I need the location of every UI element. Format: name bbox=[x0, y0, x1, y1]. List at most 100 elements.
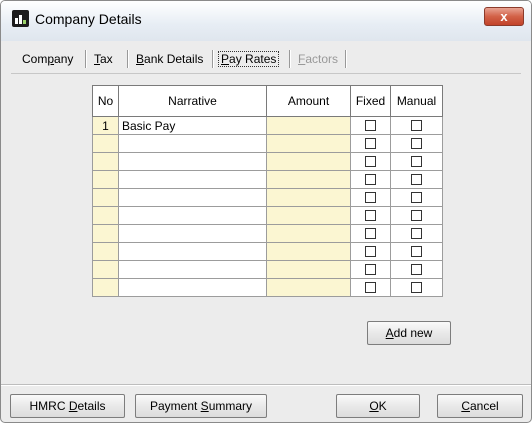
fixed-cell[interactable] bbox=[350, 116, 391, 135]
fixed-checkbox[interactable] bbox=[365, 228, 376, 239]
manual-cell[interactable] bbox=[390, 170, 443, 189]
manual-cell[interactable] bbox=[390, 278, 443, 297]
manual-cell[interactable] bbox=[390, 242, 443, 261]
tab-divider bbox=[127, 50, 128, 68]
table-row bbox=[92, 170, 443, 189]
payment-summary-button[interactable]: Payment Summary bbox=[135, 394, 267, 418]
header-narrative[interactable]: Narrative bbox=[118, 85, 267, 117]
manual-checkbox[interactable] bbox=[411, 138, 422, 149]
amount-cell[interactable] bbox=[266, 278, 351, 297]
close-button[interactable]: x bbox=[484, 7, 524, 26]
cancel-button[interactable]: Cancel bbox=[437, 394, 523, 418]
header-fixed[interactable]: Fixed bbox=[350, 85, 391, 117]
row-number-cell[interactable] bbox=[92, 188, 119, 207]
fixed-checkbox[interactable] bbox=[365, 246, 376, 257]
amount-cell[interactable] bbox=[266, 170, 351, 189]
close-icon: x bbox=[500, 9, 508, 24]
fixed-cell[interactable] bbox=[350, 134, 391, 153]
manual-checkbox[interactable] bbox=[411, 156, 422, 167]
fixed-checkbox[interactable] bbox=[365, 156, 376, 167]
manual-checkbox[interactable] bbox=[411, 264, 422, 275]
narrative-cell[interactable] bbox=[118, 260, 267, 279]
header-amount[interactable]: Amount bbox=[266, 85, 351, 117]
manual-checkbox[interactable] bbox=[411, 174, 422, 185]
grid-header-row: No Narrative Amount Fixed Manual bbox=[92, 85, 443, 117]
narrative-cell[interactable] bbox=[118, 152, 267, 171]
company-details-window: Company Details x Company Tax Bank Detai… bbox=[0, 0, 532, 423]
amount-cell[interactable] bbox=[266, 152, 351, 171]
manual-cell[interactable] bbox=[390, 152, 443, 171]
fixed-checkbox[interactable] bbox=[365, 174, 376, 185]
manual-checkbox[interactable] bbox=[411, 246, 422, 257]
manual-checkbox[interactable] bbox=[411, 282, 422, 293]
add-new-button[interactable]: Add new bbox=[367, 321, 451, 345]
row-number-cell[interactable] bbox=[92, 260, 119, 279]
manual-checkbox[interactable] bbox=[411, 120, 422, 131]
amount-cell[interactable] bbox=[266, 134, 351, 153]
manual-checkbox[interactable] bbox=[411, 210, 422, 221]
manual-checkbox[interactable] bbox=[411, 228, 422, 239]
tab-bank-details[interactable]: Bank Details bbox=[136, 52, 203, 66]
row-number-cell[interactable] bbox=[92, 242, 119, 261]
row-number-cell[interactable] bbox=[92, 134, 119, 153]
title-bar[interactable]: Company Details x bbox=[1, 1, 531, 41]
pay-rates-grid: No Narrative Amount Fixed Manual 1 Basic … bbox=[92, 85, 443, 297]
fixed-cell[interactable] bbox=[350, 278, 391, 297]
header-no[interactable]: No bbox=[92, 85, 119, 117]
narrative-cell[interactable] bbox=[118, 170, 267, 189]
row-number-cell[interactable] bbox=[92, 152, 119, 171]
fixed-cell[interactable] bbox=[350, 188, 391, 207]
tab-company[interactable]: Company bbox=[22, 52, 73, 66]
amount-cell[interactable] bbox=[266, 242, 351, 261]
narrative-cell[interactable] bbox=[118, 278, 267, 297]
fixed-cell[interactable] bbox=[350, 224, 391, 243]
narrative-cell[interactable] bbox=[118, 224, 267, 243]
amount-cell[interactable] bbox=[266, 206, 351, 225]
tab-tax[interactable]: Tax bbox=[94, 52, 113, 66]
narrative-cell[interactable] bbox=[118, 242, 267, 261]
tab-divider bbox=[289, 50, 290, 68]
manual-cell[interactable] bbox=[390, 116, 443, 135]
manual-cell[interactable] bbox=[390, 224, 443, 243]
fixed-checkbox[interactable] bbox=[365, 192, 376, 203]
narrative-cell[interactable] bbox=[118, 134, 267, 153]
fixed-checkbox[interactable] bbox=[365, 120, 376, 131]
row-number-cell[interactable]: 1 bbox=[92, 116, 119, 135]
amount-cell[interactable] bbox=[266, 260, 351, 279]
fixed-cell[interactable] bbox=[350, 206, 391, 225]
table-row bbox=[92, 278, 443, 297]
row-number-cell[interactable] bbox=[92, 224, 119, 243]
fixed-checkbox[interactable] bbox=[365, 264, 376, 275]
fixed-cell[interactable] bbox=[350, 260, 391, 279]
grid-body: 1 Basic Pay bbox=[92, 116, 443, 297]
tab-pay-rates[interactable]: Pay Rates bbox=[218, 51, 280, 67]
fixed-cell[interactable] bbox=[350, 242, 391, 261]
amount-cell[interactable] bbox=[266, 224, 351, 243]
fixed-checkbox[interactable] bbox=[365, 138, 376, 149]
app-chart-icon bbox=[12, 10, 29, 27]
narrative-cell[interactable] bbox=[118, 206, 267, 225]
row-number-cell[interactable] bbox=[92, 278, 119, 297]
row-number-cell[interactable] bbox=[92, 170, 119, 189]
manual-cell[interactable] bbox=[390, 206, 443, 225]
manual-cell[interactable] bbox=[390, 188, 443, 207]
fixed-cell[interactable] bbox=[350, 152, 391, 171]
manual-cell[interactable] bbox=[390, 134, 443, 153]
narrative-cell[interactable] bbox=[118, 188, 267, 207]
table-row bbox=[92, 206, 443, 225]
amount-cell[interactable] bbox=[266, 188, 351, 207]
fixed-checkbox[interactable] bbox=[365, 210, 376, 221]
row-number-cell[interactable] bbox=[92, 206, 119, 225]
hmrc-details-button[interactable]: HMRC Details bbox=[10, 394, 125, 418]
manual-checkbox[interactable] bbox=[411, 192, 422, 203]
fixed-checkbox[interactable] bbox=[365, 282, 376, 293]
manual-cell[interactable] bbox=[390, 260, 443, 279]
table-row: 1 Basic Pay bbox=[92, 116, 443, 135]
ok-button[interactable]: OK bbox=[336, 394, 420, 418]
table-row bbox=[92, 188, 443, 207]
fixed-cell[interactable] bbox=[350, 170, 391, 189]
amount-cell[interactable] bbox=[266, 116, 351, 135]
table-row bbox=[92, 242, 443, 261]
header-manual[interactable]: Manual bbox=[390, 85, 443, 117]
narrative-cell[interactable]: Basic Pay bbox=[118, 116, 267, 135]
